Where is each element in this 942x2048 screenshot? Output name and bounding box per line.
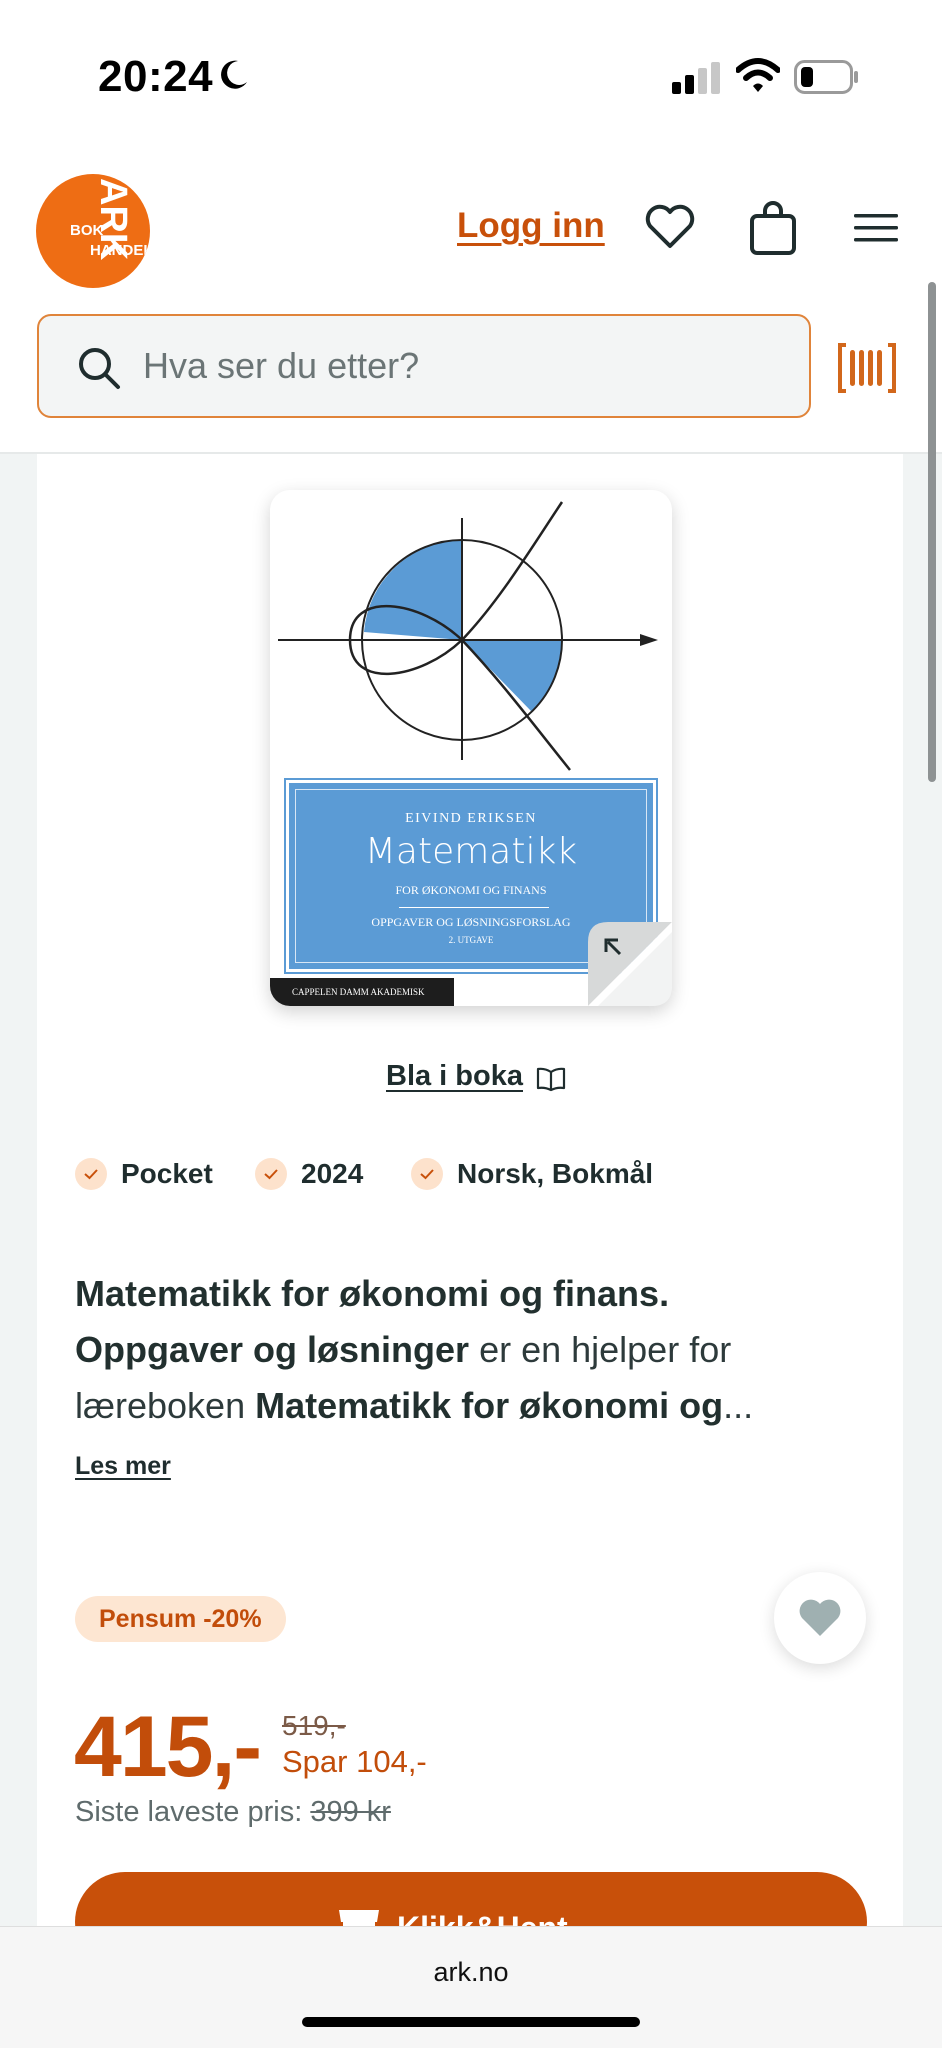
browse-book-link[interactable]: Bla i boka [386,1060,523,1093]
cover-subtitle: FOR ØKONOMI OG FINANS [395,883,547,897]
check-icon [75,1158,107,1190]
site-header: ARK BOK HANDEL Logg inn [0,120,942,454]
status-time: 20:24 [98,52,214,101]
ark-logo[interactable]: ARK BOK HANDEL [36,174,150,288]
logo-handel-text: HANDEL [90,242,150,259]
search-icon [79,348,120,389]
savings-text: Spar 104,- [282,1744,427,1779]
scrollbar[interactable] [928,282,936,782]
tag-label: 2024 [301,1158,364,1189]
desc-bold-2: Oppgaver og løsninger [75,1329,470,1370]
open-book-icon[interactable] [536,1066,566,1092]
lowest-price-line: Siste laveste pris: 399 kr [75,1796,391,1829]
home-indicator[interactable] [302,2017,640,2027]
original-price: 519,- [282,1710,346,1741]
url-text[interactable]: ark.no [0,1957,942,1988]
expand-cover-icon[interactable] [588,922,672,1006]
login-link[interactable]: Logg inn [457,206,605,246]
cover-graph-illustration [278,501,658,771]
discount-badge: Pensum -20% [75,1596,286,1642]
barcode-scan-icon[interactable] [836,342,898,394]
wifi-icon [736,58,780,92]
tag-label: Pocket [121,1158,213,1189]
tag-label: Norsk, Bokmål [457,1158,654,1189]
logo-bok-text: BOK [70,222,104,239]
status-bar: 20:24 [0,0,942,120]
read-more-link[interactable]: Les mer [75,1452,171,1481]
cover-title: Matematikk [364,831,578,872]
browser-url-bar[interactable]: ark.no [0,1926,942,2048]
battery-icon [794,60,858,94]
cellular-signal-icon [672,62,720,94]
current-price: 415,- [74,1699,262,1795]
desc-ellipsis: ... [723,1385,754,1426]
lowest-price-value: 399 kr [310,1796,391,1828]
hamburger-menu-icon[interactable] [852,210,900,246]
desc-text-2: er en hjelper for [469,1329,732,1370]
desc-bold-1: Matematikk for økonomi og finans. [75,1273,670,1314]
shopping-bag-icon[interactable] [748,200,798,256]
cover-author: EIVIND ERIKSEN [405,811,537,826]
year-tag: 2024 [255,1154,363,1194]
wishlist-heart-icon[interactable] [644,204,696,250]
language-tag: Norsk, Bokmål [411,1154,653,1194]
lowest-price-label: Siste laveste pris: [75,1796,311,1828]
favorite-button[interactable] [774,1572,866,1664]
moon-icon [221,60,247,89]
format-tag: Pocket [75,1154,213,1194]
desc-bold-3: Matematikk for økonomi og [255,1385,724,1426]
search-box[interactable] [37,314,811,418]
heart-icon [799,1599,841,1636]
check-icon [411,1158,443,1190]
check-icon [255,1158,287,1190]
cover-publisher: CAPPELEN DAMM AKADEMISK [270,978,454,1006]
desc-text-3: læreboken [75,1385,256,1426]
book-description: Matematikk for økonomi og finans. Oppgav… [75,1266,835,1434]
search-input[interactable] [143,338,763,394]
